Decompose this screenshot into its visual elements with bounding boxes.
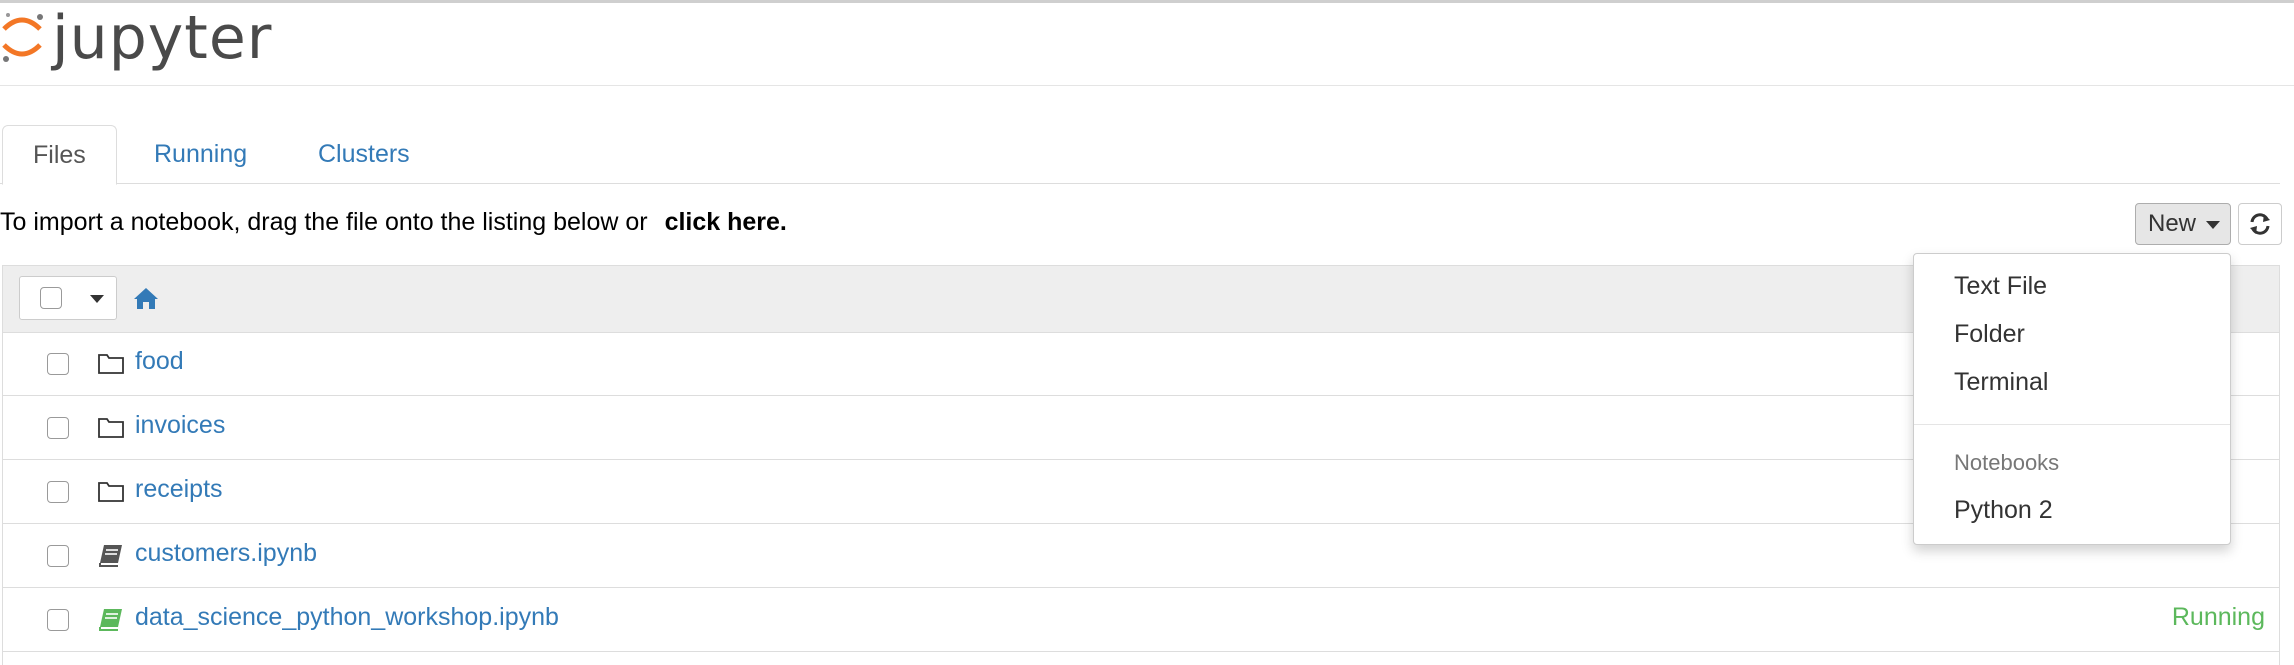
notebook-icon [99, 545, 122, 567]
caret-down-icon [2206, 221, 2220, 229]
menu-item-python-2[interactable]: Python 2 [1954, 496, 2053, 525]
upload-link[interactable]: click here. [665, 208, 787, 236]
menu-item-terminal[interactable]: Terminal [1954, 368, 2048, 397]
item-link[interactable]: receipts [135, 475, 223, 504]
item-checkbox[interactable] [47, 481, 69, 503]
new-button[interactable]: New [2135, 203, 2231, 245]
refresh-button[interactable] [2238, 203, 2282, 245]
home-icon[interactable] [133, 286, 159, 310]
tab-files[interactable]: Files [2, 125, 117, 185]
import-text: To import a notebook, drag the file onto… [0, 208, 648, 236]
refresh-icon [2250, 213, 2270, 235]
select-all-checkbox[interactable] [40, 287, 62, 309]
folder-icon [98, 482, 124, 502]
item-checkbox[interactable] [47, 353, 69, 375]
folder-icon [98, 354, 124, 374]
tab-running[interactable]: Running [124, 125, 277, 183]
logo-text: jupyter [52, 3, 273, 73]
menu-section-notebooks: Notebooks [1954, 450, 2060, 475]
folder-icon [98, 418, 124, 438]
item-checkbox[interactable] [47, 545, 69, 567]
tab-bar: Files Running Clusters [0, 125, 2280, 185]
select-all-dropdown[interactable] [19, 276, 117, 320]
item-link[interactable]: invoices [135, 411, 225, 440]
item-link[interactable]: data_science_python_workshop.ipynb [135, 603, 559, 632]
jupyter-logo-icon [2, 13, 43, 62]
item-checkbox[interactable] [47, 609, 69, 631]
menu-divider [1914, 424, 2230, 425]
item-checkbox[interactable] [47, 417, 69, 439]
list-item[interactable]: data_science_python_workshop.ipynb Runni… [3, 588, 2279, 652]
import-instructions: To import a notebook, drag the file onto… [0, 208, 787, 237]
menu-item-text-file[interactable]: Text File [1954, 272, 2047, 301]
running-status: Running [2171, 603, 2265, 631]
menu-item-folder[interactable]: Folder [1954, 320, 2025, 349]
item-link[interactable]: customers.ipynb [135, 539, 317, 568]
notebook-icon [99, 609, 122, 631]
tab-clusters[interactable]: Clusters [288, 125, 440, 183]
caret-down-icon [90, 295, 104, 303]
new-dropdown-menu: Text File Folder Terminal Notebooks Pyth… [1913, 253, 2231, 545]
jupyter-logo[interactable]: jupyter [0, 3, 280, 77]
item-link[interactable]: food [135, 347, 184, 376]
header: jupyter [0, 3, 2294, 86]
new-button-label: New [2148, 210, 2197, 237]
